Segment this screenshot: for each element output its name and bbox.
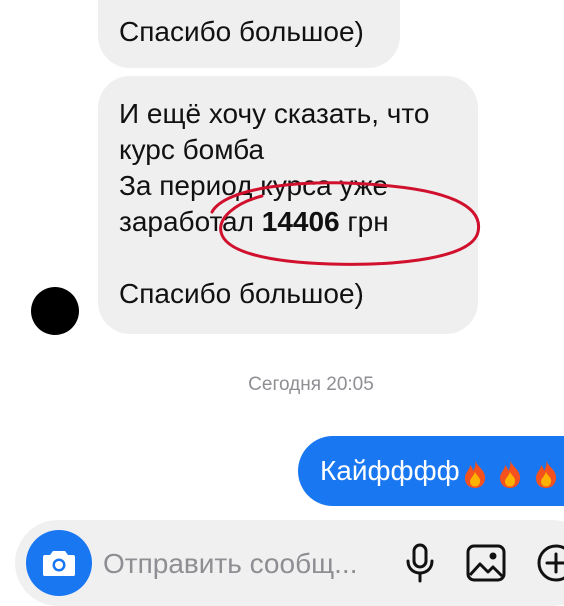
message-bubble-outgoing[interactable]: Кайфффф: [298, 436, 564, 506]
fire-icon: [500, 460, 521, 489]
message-line: За период курса уже: [119, 170, 389, 201]
message-line: курс бомба: [119, 134, 265, 165]
message-line: Спасибо большое): [119, 278, 364, 309]
camera-icon: [43, 551, 75, 576]
message-composer: [15, 520, 564, 606]
fire-icon: [464, 460, 485, 489]
message-input[interactable]: [103, 544, 383, 584]
message-bubble-previous[interactable]: Спасибо большое): [98, 0, 400, 68]
earnings-amount: 14406: [261, 206, 340, 237]
message-bubble-incoming[interactable]: И ещё хочу сказать, что курс бомба За пе…: [98, 76, 478, 334]
earnings-currency: грн: [339, 206, 389, 237]
message-line: И ещё хочу сказать, что: [119, 98, 430, 129]
add-button[interactable]: [533, 540, 564, 586]
microphone-button[interactable]: [398, 540, 442, 586]
message-line-earnings: заработал 14406 грн: [119, 204, 456, 240]
message-text: Спасибо большое): [119, 16, 364, 47]
fire-emoji-group: [462, 438, 562, 508]
camera-button[interactable]: [26, 530, 92, 596]
chat-screen: Спасибо большое) И ещё хочу сказать, что…: [0, 0, 564, 606]
earnings-prefix: заработал: [119, 206, 262, 237]
message-timestamp: Сегодня 20:05: [248, 374, 374, 395]
gallery-icon: [466, 544, 506, 582]
add-icon: [537, 544, 564, 582]
microphone-icon: [406, 543, 434, 583]
fire-icon: [536, 460, 557, 489]
outgoing-text: Кайфффф: [320, 455, 460, 486]
gallery-button[interactable]: [463, 540, 509, 586]
sender-avatar[interactable]: [31, 287, 79, 335]
